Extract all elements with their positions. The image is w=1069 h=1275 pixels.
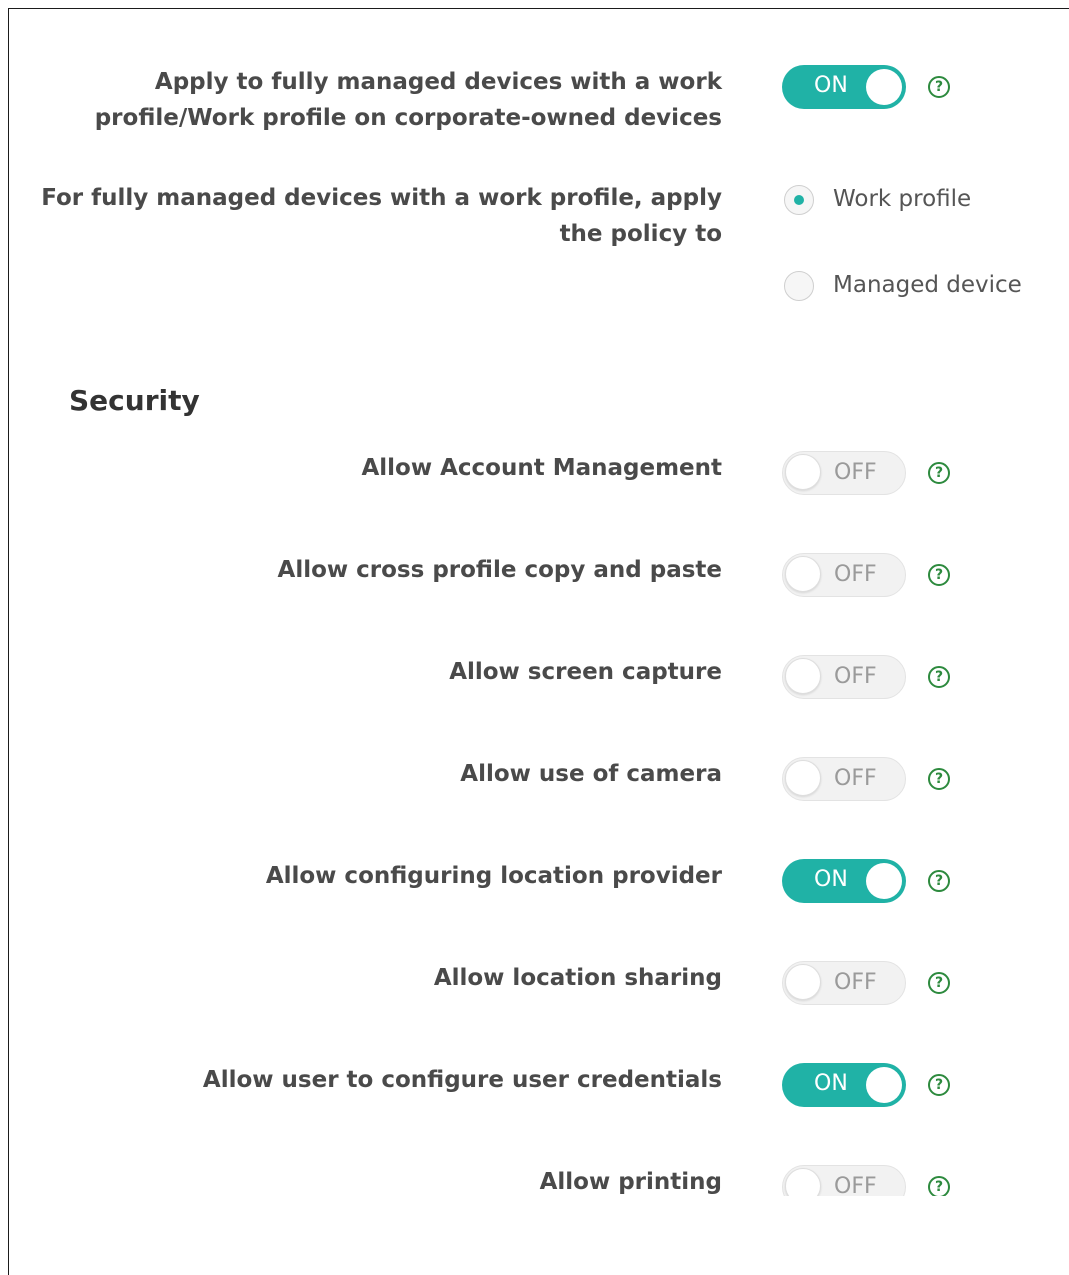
toggle-allow-use-of-camera[interactable]: OFF bbox=[782, 757, 906, 801]
help-icon[interactable]: ? bbox=[928, 462, 950, 484]
label-line: For fully managed devices with a work pr… bbox=[41, 185, 722, 211]
help-icon[interactable]: ? bbox=[928, 76, 950, 98]
toggle-allow-configuring-location-provider[interactable]: ON bbox=[782, 859, 906, 903]
radio-label: Managed device bbox=[833, 272, 1022, 298]
setting-label: Allow user to configure user credentials bbox=[202, 1067, 722, 1093]
section-title-security: Security bbox=[69, 384, 200, 417]
help-icon[interactable]: ? bbox=[928, 870, 950, 892]
radio-selected-dot bbox=[794, 195, 804, 205]
toggle-knob bbox=[866, 69, 902, 105]
toggle-knob bbox=[866, 1067, 902, 1103]
toggle-allow-location-sharing[interactable]: OFF bbox=[782, 961, 906, 1005]
label-line: Apply to fully managed devices with a wo… bbox=[154, 69, 722, 95]
setting-label: Allow printing bbox=[539, 1169, 722, 1195]
toggle-allow-configure-user-credentials[interactable]: ON bbox=[782, 1063, 906, 1107]
scroll-clip bbox=[10, 1196, 1069, 1275]
toggle-allow-account-management[interactable]: OFF bbox=[782, 451, 906, 495]
toggle-allow-screen-capture[interactable]: OFF bbox=[782, 655, 906, 699]
help-icon[interactable]: ? bbox=[928, 564, 950, 586]
radio-button[interactable] bbox=[784, 185, 814, 215]
toggle-state: OFF bbox=[834, 460, 877, 485]
setting-label: Allow use of camera bbox=[460, 761, 722, 787]
toggle-knob bbox=[785, 556, 821, 592]
toggle-state: OFF bbox=[834, 562, 877, 587]
toggle-state: OFF bbox=[834, 664, 877, 689]
help-icon[interactable]: ? bbox=[928, 1074, 950, 1096]
label-line: the policy to bbox=[559, 221, 722, 247]
toggle-state: OFF bbox=[834, 970, 877, 995]
setting-label: Allow screen capture bbox=[449, 659, 722, 685]
radio-button[interactable] bbox=[784, 271, 814, 301]
toggle-knob bbox=[785, 964, 821, 1000]
help-icon[interactable]: ? bbox=[928, 768, 950, 790]
toggle-knob bbox=[866, 863, 902, 899]
toggle-knob bbox=[785, 658, 821, 694]
setting-label: Allow location sharing bbox=[433, 965, 722, 991]
help-icon[interactable]: ? bbox=[928, 666, 950, 688]
toggle-state: ON bbox=[814, 73, 848, 98]
radio-label: Work profile bbox=[833, 186, 972, 212]
apply-fully-managed-toggle[interactable]: ON bbox=[782, 65, 906, 109]
toggle-knob bbox=[785, 760, 821, 796]
setting-label: Allow Account Management bbox=[361, 455, 722, 481]
help-icon[interactable]: ? bbox=[928, 1176, 950, 1198]
setting-label: Allow cross profile copy and paste bbox=[277, 557, 722, 583]
toggle-state: OFF bbox=[834, 766, 877, 791]
toggle-state: ON bbox=[814, 1071, 848, 1096]
toggle-state: ON bbox=[814, 867, 848, 892]
toggle-knob bbox=[785, 454, 821, 490]
label-line: profile/Work profile on corporate-owned … bbox=[94, 105, 722, 131]
toggle-allow-cross-profile-copy-paste[interactable]: OFF bbox=[782, 553, 906, 597]
setting-label: Allow configuring location provider bbox=[265, 863, 722, 889]
apply-policy-to-label: For fully managed devices with a work pr… bbox=[41, 180, 722, 252]
help-icon[interactable]: ? bbox=[928, 972, 950, 994]
apply-fully-managed-label: Apply to fully managed devices with a wo… bbox=[95, 64, 722, 136]
